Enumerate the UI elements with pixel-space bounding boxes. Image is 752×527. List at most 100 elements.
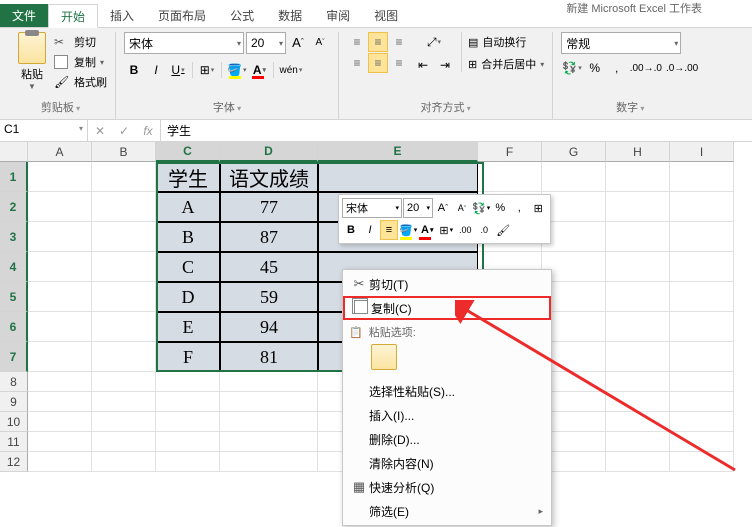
cell-G3[interactable] bbox=[542, 222, 606, 252]
cell-D4[interactable]: 45 bbox=[220, 252, 318, 282]
cell-C4[interactable]: C bbox=[156, 252, 220, 282]
cell-C11[interactable] bbox=[156, 432, 220, 452]
cell-C9[interactable] bbox=[156, 392, 220, 412]
phonetic-button[interactable]: wén bbox=[278, 60, 303, 80]
mini-grow-font[interactable]: Aˆ bbox=[434, 198, 452, 218]
row-header-5[interactable]: 5 bbox=[0, 282, 28, 312]
cell-I1[interactable] bbox=[670, 162, 734, 192]
ctx-quick-analysis[interactable]: ▦快速分析(Q) bbox=[343, 475, 551, 499]
paste-button[interactable]: 粘贴 ▼ bbox=[14, 32, 50, 91]
cell-B10[interactable] bbox=[92, 412, 156, 432]
cell-F1[interactable] bbox=[478, 162, 542, 192]
mini-size-combo[interactable]: 20 bbox=[403, 198, 433, 218]
col-header-I[interactable]: I bbox=[670, 142, 734, 162]
cell-I8[interactable] bbox=[670, 372, 734, 392]
currency-button[interactable]: 💱 bbox=[561, 58, 582, 78]
col-header-A[interactable]: A bbox=[28, 142, 92, 162]
row-header-9[interactable]: 9 bbox=[0, 392, 28, 412]
align-top-center[interactable]: ≡ bbox=[368, 32, 388, 52]
cell-A4[interactable] bbox=[28, 252, 92, 282]
tab-review[interactable]: 审阅 bbox=[314, 4, 362, 27]
ctx-delete[interactable]: 删除(D)... bbox=[343, 427, 551, 451]
ctx-filter[interactable]: 筛选(E) bbox=[343, 499, 551, 523]
cell-H3[interactable] bbox=[606, 222, 670, 252]
cell-A1[interactable] bbox=[28, 162, 92, 192]
cell-D1[interactable]: 语文成绩 bbox=[220, 162, 318, 192]
cell-I4[interactable] bbox=[670, 252, 734, 282]
mini-percent[interactable]: % bbox=[491, 198, 509, 218]
bold-button[interactable]: B bbox=[124, 60, 144, 80]
mini-format-painter[interactable]: ⊞ bbox=[529, 198, 547, 218]
cell-I10[interactable] bbox=[670, 412, 734, 432]
row-header-2[interactable]: 2 bbox=[0, 192, 28, 222]
mini-align-center[interactable]: ≡ bbox=[380, 220, 398, 240]
cell-H5[interactable] bbox=[606, 282, 670, 312]
col-header-G[interactable]: G bbox=[542, 142, 606, 162]
cell-C3[interactable]: B bbox=[156, 222, 220, 252]
cell-B7[interactable] bbox=[92, 342, 156, 372]
cell-B1[interactable] bbox=[92, 162, 156, 192]
cell-A2[interactable] bbox=[28, 192, 92, 222]
merge-center-button[interactable]: ⊞合并后居中▾ bbox=[468, 54, 544, 74]
cell-I7[interactable] bbox=[670, 342, 734, 372]
shrink-font-button[interactable]: Aˇ bbox=[310, 32, 330, 52]
mini-bold[interactable]: B bbox=[342, 220, 360, 240]
mini-inc-decimal[interactable]: .00 bbox=[456, 220, 474, 240]
cell-I5[interactable] bbox=[670, 282, 734, 312]
ctx-insert[interactable]: 插入(I)... bbox=[343, 403, 551, 427]
cell-A8[interactable] bbox=[28, 372, 92, 392]
cell-D9[interactable] bbox=[220, 392, 318, 412]
cell-H10[interactable] bbox=[606, 412, 670, 432]
cell-H8[interactable] bbox=[606, 372, 670, 392]
cancel-formula-button[interactable]: ✕ bbox=[88, 124, 112, 138]
font-size-combo[interactable]: 20 bbox=[246, 32, 286, 54]
cell-B9[interactable] bbox=[92, 392, 156, 412]
ctx-copy[interactable]: 复制(C) bbox=[343, 296, 551, 320]
cell-I2[interactable] bbox=[670, 192, 734, 222]
mini-comma[interactable]: , bbox=[510, 198, 528, 218]
decrease-decimal-button[interactable]: .0→.00 bbox=[665, 58, 699, 78]
border-button[interactable]: ⊞ bbox=[197, 60, 217, 80]
align-right[interactable]: ≡ bbox=[389, 53, 409, 73]
mini-font-combo[interactable]: 宋体 bbox=[342, 198, 402, 218]
cell-I3[interactable] bbox=[670, 222, 734, 252]
col-header-C[interactable]: C bbox=[156, 142, 220, 162]
tab-insert[interactable]: 插入 bbox=[98, 4, 146, 27]
mini-shrink-font[interactable]: Aˇ bbox=[453, 198, 471, 218]
row-header-6[interactable]: 6 bbox=[0, 312, 28, 342]
cell-D7[interactable]: 81 bbox=[220, 342, 318, 372]
name-box[interactable]: C1 bbox=[0, 120, 88, 141]
cell-B2[interactable] bbox=[92, 192, 156, 222]
cell-C8[interactable] bbox=[156, 372, 220, 392]
align-top-left[interactable]: ≡ bbox=[347, 32, 367, 52]
cell-B11[interactable] bbox=[92, 432, 156, 452]
cell-H12[interactable] bbox=[606, 452, 670, 472]
indent-decrease-button[interactable]: ⇤ bbox=[413, 55, 433, 75]
cell-C10[interactable] bbox=[156, 412, 220, 432]
cell-A7[interactable] bbox=[28, 342, 92, 372]
underline-button[interactable]: U bbox=[168, 60, 188, 80]
mini-brush[interactable]: 🖌 bbox=[494, 220, 512, 240]
cell-H2[interactable] bbox=[606, 192, 670, 222]
cell-C2[interactable]: A bbox=[156, 192, 220, 222]
formula-input[interactable]: 学生 bbox=[161, 120, 752, 141]
row-header-3[interactable]: 3 bbox=[0, 222, 28, 252]
cell-A11[interactable] bbox=[28, 432, 92, 452]
font-color-button[interactable]: A bbox=[249, 60, 269, 80]
col-header-F[interactable]: F bbox=[478, 142, 542, 162]
fill-color-button[interactable]: 🪣 bbox=[226, 60, 247, 80]
cell-C6[interactable]: E bbox=[156, 312, 220, 342]
ctx-cut[interactable]: 剪切(T) bbox=[343, 272, 551, 296]
cell-H9[interactable] bbox=[606, 392, 670, 412]
italic-button[interactable]: I bbox=[146, 60, 166, 80]
cell-H1[interactable] bbox=[606, 162, 670, 192]
ctx-paste-special[interactable]: 选择性粘贴(S)... bbox=[343, 379, 551, 403]
cell-D6[interactable]: 94 bbox=[220, 312, 318, 342]
cell-B12[interactable] bbox=[92, 452, 156, 472]
cell-H4[interactable] bbox=[606, 252, 670, 282]
grow-font-button[interactable]: Aˆ bbox=[288, 32, 308, 52]
row-header-1[interactable]: 1 bbox=[0, 162, 28, 192]
cell-H6[interactable] bbox=[606, 312, 670, 342]
font-name-combo[interactable]: 宋体 bbox=[124, 32, 244, 54]
col-header-D[interactable]: D bbox=[220, 142, 318, 162]
